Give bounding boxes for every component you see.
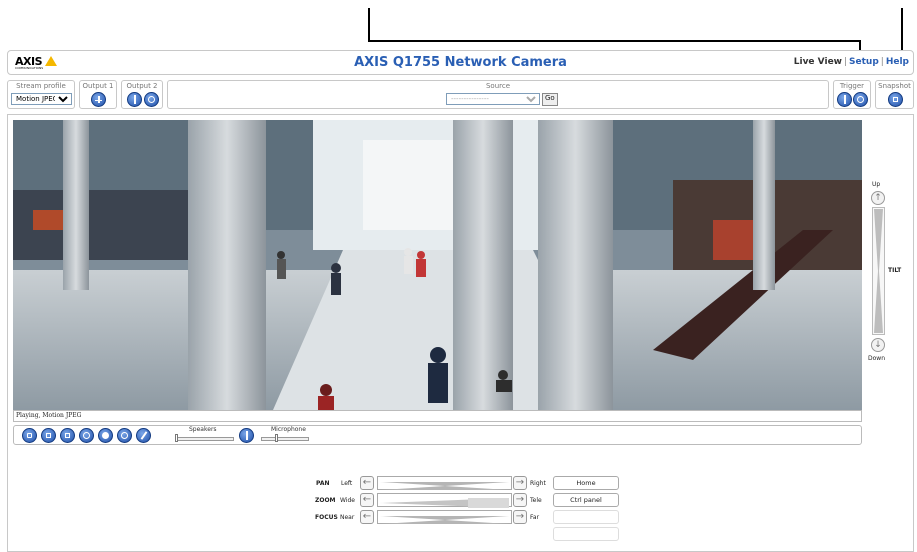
speakers-label: Speakers [189,426,217,433]
focus-slider-graphic [380,516,509,524]
ptz-icon[interactable] [79,428,94,443]
microphone-slider[interactable] [261,437,309,441]
snapshot-camera-icon[interactable] [888,92,903,107]
zoom-in-arrow-icon[interactable]: → [513,493,527,507]
output2-group: Output 2 [121,80,163,109]
callout-line-help [901,8,903,55]
preset-slot-1[interactable] [553,510,619,524]
pan-slider[interactable] [377,476,512,490]
arrow-up-icon[interactable]: ↑ [871,191,885,205]
stop-icon[interactable] [22,428,37,443]
zoom-slider[interactable] [377,493,512,508]
record-icon[interactable] [98,428,113,443]
zoom-tele-label: Tele [530,497,542,504]
player-control-bar: Speakers Microphone [13,425,862,445]
focus-far-arrow-icon[interactable]: → [513,510,527,524]
nav-setup-link[interactable]: Setup [849,57,879,67]
preset-slot-2[interactable] [553,527,619,541]
snapshot-icon[interactable] [41,428,56,443]
speaker-icon[interactable] [136,428,151,443]
pan-slider-graphic [380,482,509,490]
arrow-down-icon[interactable]: ↓ [871,338,885,352]
microphone-slider-thumb[interactable] [274,434,278,442]
output-pulse-icon[interactable] [91,92,106,107]
tilt-slider[interactable] [872,207,885,335]
output2-label: Output 2 [126,82,158,90]
top-nav: Live View | Setup | Help [794,57,909,67]
output1-group: Output 1 [79,80,117,109]
focus-slider[interactable] [377,510,512,524]
source-go-button[interactable]: Go [542,93,558,106]
snapshot-group: Snapshot [875,80,914,109]
tilt-label: TILT [888,267,902,274]
tilt-slider-graphic [874,209,883,333]
audio-icon[interactable] [117,428,132,443]
nav-separator: | [880,57,884,67]
trigger-label: Trigger [839,82,865,90]
tilt-down-label: Down [868,355,886,362]
speakers-slider-thumb[interactable] [175,434,178,442]
focus-near-label: Near [340,514,355,521]
microphone-icon[interactable] [239,428,254,443]
zoom-out-arrow-icon[interactable]: ← [360,493,374,507]
arrow-right-icon[interactable]: → [513,476,527,490]
zoom-wide-label: Wide [340,497,355,504]
nav-separator: | [843,57,848,67]
video-status-bar: Playing, Motion JPEG [13,410,862,422]
focus-near-arrow-icon[interactable]: ← [360,510,374,524]
focus-label: FOCUS [315,514,338,521]
live-video-image[interactable] [13,120,862,410]
nav-live-view[interactable]: Live View [794,57,842,67]
focus-far-label: Far [530,514,540,521]
trigger-group: Trigger [833,80,871,109]
page-title: AXIS Q1755 Network Camera [354,55,567,70]
arrow-left-icon[interactable]: ← [360,476,374,490]
output-off-icon[interactable] [144,92,159,107]
output1-label: Output 1 [82,82,114,90]
snapshot-label: Snapshot [878,82,911,90]
header-bar: AXIS COMMUNICATIONS AXIS Q1755 Network C… [7,50,914,75]
callout-line-horizontal [368,40,861,42]
source-select[interactable]: --------------- [446,93,540,105]
pan-label: PAN [316,480,330,487]
source-label: Source [485,82,511,90]
zoom-slider-graphic [380,498,509,508]
pan-right-label: Right [530,480,546,487]
fullscreen-icon[interactable] [60,428,75,443]
source-group: Source --------------- Go [167,80,829,109]
ctrl-panel-button[interactable]: Ctrl panel [553,493,619,507]
home-button[interactable]: Home [553,476,619,490]
trigger-off-icon[interactable] [853,92,868,107]
speakers-slider[interactable] [176,437,234,441]
callout-line-setup-vertical [368,8,370,42]
trigger-icon[interactable] [837,92,852,107]
stream-profile-label: Stream profile [16,82,66,90]
video-scene [13,120,862,410]
tilt-up-label: Up [872,181,881,188]
output-toggle-icon[interactable] [127,92,142,107]
pan-left-label: Left [341,480,353,487]
stream-profile-group: Stream profile Motion JPEG [7,80,75,109]
zoom-label: ZOOM [315,497,336,504]
stream-profile-select[interactable]: Motion JPEG [11,93,72,105]
nav-help-link[interactable]: Help [886,57,909,67]
microphone-label: Microphone [271,426,306,433]
